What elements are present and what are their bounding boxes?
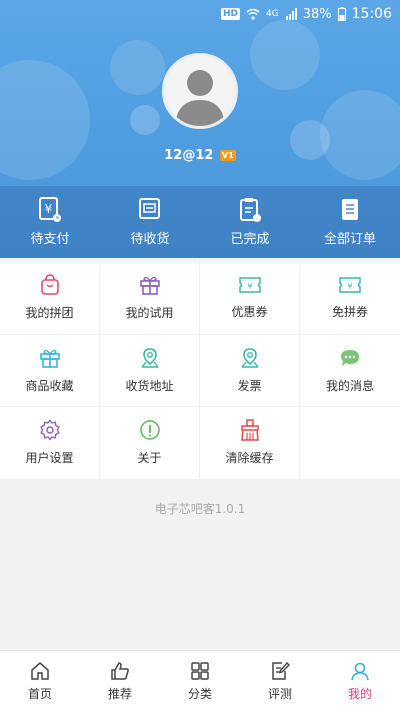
level-badge: V1 xyxy=(219,150,236,161)
avatar[interactable] xyxy=(162,53,238,129)
ticket-icon: ¥ xyxy=(238,277,261,294)
all-orders-icon xyxy=(342,199,358,220)
order-completed[interactable]: 已完成 xyxy=(200,186,300,258)
nav-category[interactable]: 分类 xyxy=(160,651,240,711)
chat-bubble-icon xyxy=(341,349,359,366)
order-pending-payment[interactable]: ¥ 待支付 xyxy=(0,186,100,258)
map-pin-icon xyxy=(140,348,159,368)
feature-menu-grid: 我的拼团 我的试用 ¥ 优惠券 ¥ 免拼券 商品收藏 收货地址 发票 我的消息 … xyxy=(0,262,400,480)
menu-my-group-buy[interactable]: 我的拼团 xyxy=(0,262,100,335)
order-label: 全部订单 xyxy=(323,232,376,247)
order-pending-receipt[interactable]: 待收货 xyxy=(100,186,200,258)
user-icon xyxy=(351,662,369,680)
menu-favorites[interactable]: 商品收藏 xyxy=(0,334,100,408)
svg-text:¥: ¥ xyxy=(247,282,252,291)
menu-label: 免拼券 xyxy=(331,305,368,320)
menu-label: 用户设置 xyxy=(25,451,74,466)
pending-payment-icon: ¥ xyxy=(39,197,61,222)
app-version: 电子芯吧客1.0.1 xyxy=(154,502,246,516)
gift-icon xyxy=(139,277,160,296)
hd-indicator: HD xyxy=(221,8,241,20)
status-bar: HD 4G 38% 15:06 xyxy=(221,4,392,24)
battery-icon xyxy=(337,7,346,21)
menu-user-settings[interactable]: 用户设置 xyxy=(0,407,100,480)
svg-text:¥: ¥ xyxy=(45,202,53,216)
menu-label: 我的试用 xyxy=(125,306,174,321)
wifi-icon xyxy=(246,8,260,20)
nav-mine[interactable]: 我的 xyxy=(320,651,400,711)
network-type: 4G xyxy=(266,9,279,19)
menu-free-group-coupons[interactable]: ¥ 免拼券 xyxy=(300,262,400,335)
nav-label: 我的 xyxy=(347,686,372,701)
pending-receipt-icon xyxy=(139,198,160,219)
menu-invoice[interactable]: 发票 xyxy=(200,334,300,408)
battery-percent: 38% xyxy=(302,6,332,22)
username-row: 12@12 V1 xyxy=(0,148,400,163)
completed-order-icon xyxy=(240,198,261,222)
username: 12@12 xyxy=(164,148,214,163)
menu-label: 收货地址 xyxy=(125,378,174,393)
home-icon xyxy=(31,661,49,680)
nav-label: 分类 xyxy=(187,686,212,701)
nav-recommend[interactable]: 推荐 xyxy=(80,651,160,711)
background-bubble xyxy=(110,40,165,95)
menu-label: 优惠券 xyxy=(231,305,268,320)
broom-icon xyxy=(240,419,259,442)
background-bubble xyxy=(130,105,160,135)
ticket-icon: ¥ xyxy=(339,277,361,294)
menu-label: 我的拼团 xyxy=(25,306,74,321)
menu-about[interactable]: 关于 xyxy=(100,407,200,480)
svg-text:¥: ¥ xyxy=(347,282,352,291)
order-all[interactable]: 全部订单 xyxy=(300,186,400,258)
clock: 15:06 xyxy=(351,6,392,22)
grid-icon xyxy=(191,661,209,680)
background-bubble xyxy=(320,90,400,180)
nav-label: 评测 xyxy=(267,686,292,701)
empty-cell xyxy=(300,407,400,480)
order-label: 待支付 xyxy=(30,232,70,247)
order-label: 待收货 xyxy=(130,232,170,247)
menu-my-trial[interactable]: 我的试用 xyxy=(100,262,200,335)
nav-home[interactable]: 首页 xyxy=(0,651,80,711)
map-pin-icon xyxy=(240,348,259,368)
thumbs-up-icon xyxy=(111,661,129,680)
menu-label: 发票 xyxy=(237,378,262,393)
edit-note-icon xyxy=(272,661,290,680)
person-avatar-icon xyxy=(175,70,225,126)
background-bubble xyxy=(250,20,320,90)
menu-my-messages[interactable]: 我的消息 xyxy=(300,335,400,408)
menu-coupons[interactable]: ¥ 优惠券 xyxy=(200,262,300,335)
menu-label: 商品收藏 xyxy=(25,378,74,393)
gear-icon xyxy=(39,419,60,442)
menu-shipping-address[interactable]: 收货地址 xyxy=(100,334,200,408)
bottom-navigation: 首页 推荐 分类 评测 我的 xyxy=(0,650,400,711)
menu-label: 清除缓存 xyxy=(225,451,274,466)
nav-review[interactable]: 评测 xyxy=(240,651,320,711)
gift-icon xyxy=(39,349,60,368)
info-icon xyxy=(139,420,160,441)
nav-label: 首页 xyxy=(27,686,52,701)
profile-header: HD 4G 38% 15:06 12@12 V1 ¥ 待支付 待收货 已完成 全… xyxy=(0,0,400,258)
menu-label: 我的消息 xyxy=(325,378,374,393)
order-status-bar: ¥ 待支付 待收货 已完成 全部订单 xyxy=(0,186,400,258)
shopping-bag-icon xyxy=(40,274,59,296)
order-label: 已完成 xyxy=(230,232,270,247)
signal-icon xyxy=(285,8,297,20)
menu-clear-cache[interactable]: 清除缓存 xyxy=(200,407,300,480)
menu-label: 关于 xyxy=(137,451,162,466)
nav-label: 推荐 xyxy=(107,686,132,701)
